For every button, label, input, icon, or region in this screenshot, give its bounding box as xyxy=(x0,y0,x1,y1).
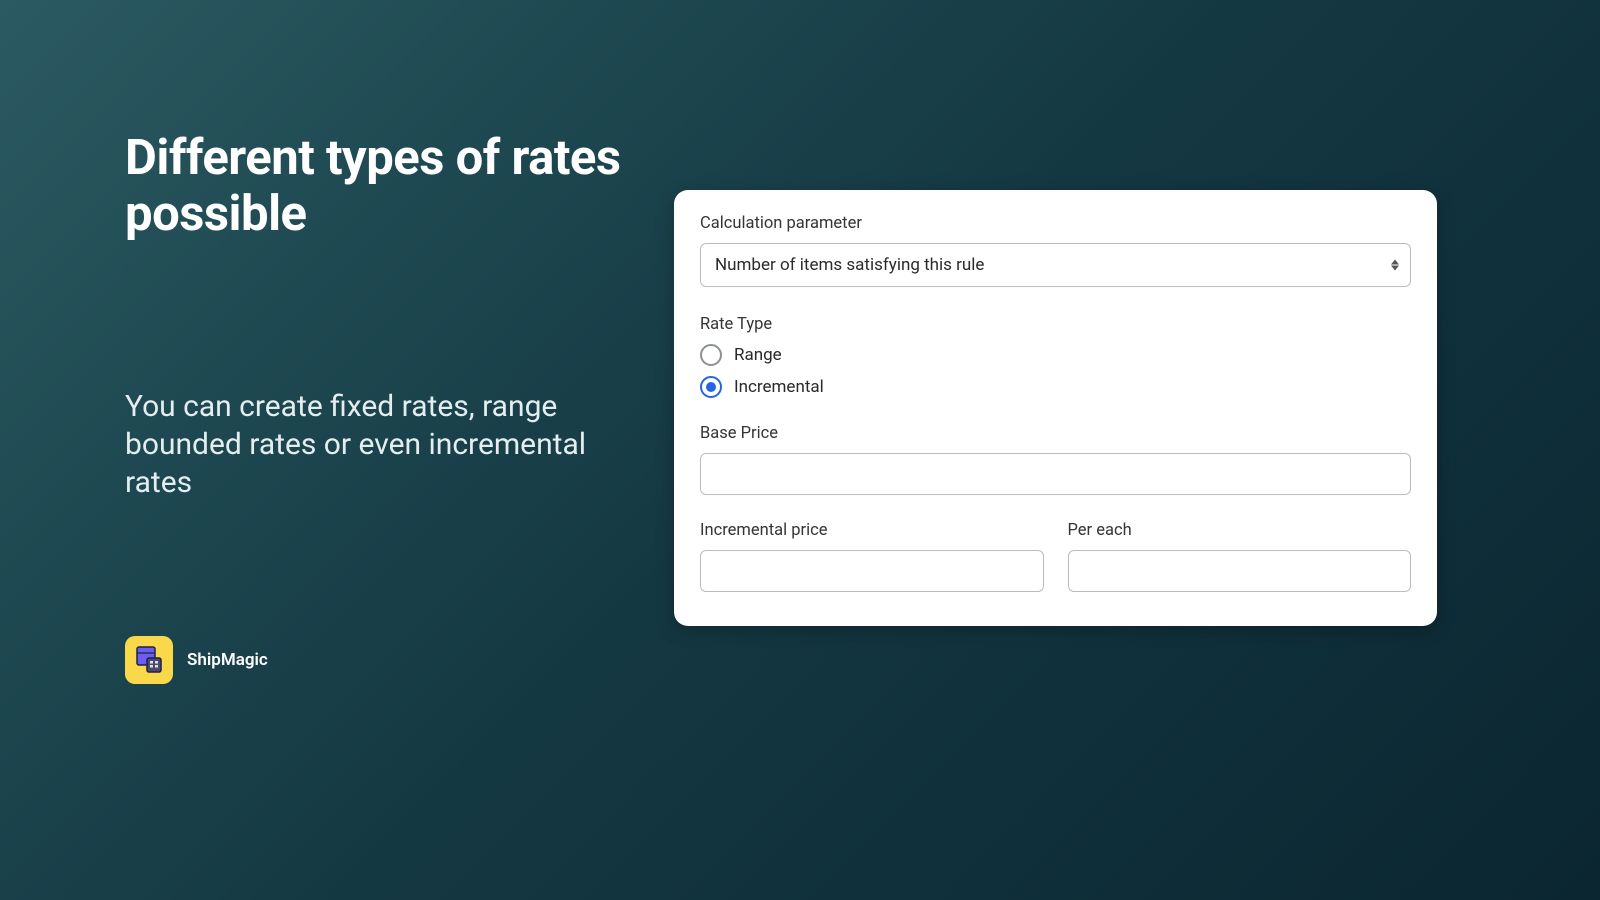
rate-type-incremental-label: Incremental xyxy=(734,377,824,397)
incremental-price-field: Incremental price xyxy=(700,521,1044,592)
incremental-row: Incremental price Per each xyxy=(700,521,1411,592)
subtext: You can create fixed rates, range bounde… xyxy=(125,388,655,503)
calculation-parameter-select[interactable]: Number of items satisfying this rule xyxy=(700,243,1411,287)
rate-type-range-label: Range xyxy=(734,345,782,365)
base-price-label: Base Price xyxy=(700,424,1411,443)
base-price-input[interactable] xyxy=(700,453,1411,495)
incremental-price-label: Incremental price xyxy=(700,521,1044,540)
marketing-panel: Different types of rates possible You ca… xyxy=(125,130,655,503)
brand-block: ShipMagic xyxy=(125,636,268,684)
per-each-input[interactable] xyxy=(1068,550,1412,592)
rate-settings-card: Calculation parameter Number of items sa… xyxy=(674,190,1437,626)
brand-name: ShipMagic xyxy=(187,650,268,670)
base-price-field: Base Price xyxy=(700,424,1411,495)
headline: Different types of rates possible xyxy=(125,130,655,243)
incremental-price-input[interactable] xyxy=(700,550,1044,592)
rate-type-range-option[interactable]: Range xyxy=(700,344,1411,366)
calculation-parameter-field: Calculation parameter Number of items sa… xyxy=(700,214,1411,287)
calculation-parameter-label: Calculation parameter xyxy=(700,214,1411,233)
rate-type-label: Rate Type xyxy=(700,315,1411,334)
radio-icon xyxy=(700,376,722,398)
calculation-parameter-selected-value: Number of items satisfying this rule xyxy=(715,255,984,275)
brand-logo-icon xyxy=(125,636,173,684)
rate-type-field: Rate Type Range Incremental xyxy=(700,315,1411,398)
per-each-label: Per each xyxy=(1068,521,1412,540)
per-each-field: Per each xyxy=(1068,521,1412,592)
radio-selected-dot-icon xyxy=(706,382,716,392)
rate-type-incremental-option[interactable]: Incremental xyxy=(700,376,1411,398)
calculation-parameter-select-wrap: Number of items satisfying this rule xyxy=(700,243,1411,287)
radio-icon xyxy=(700,344,722,366)
